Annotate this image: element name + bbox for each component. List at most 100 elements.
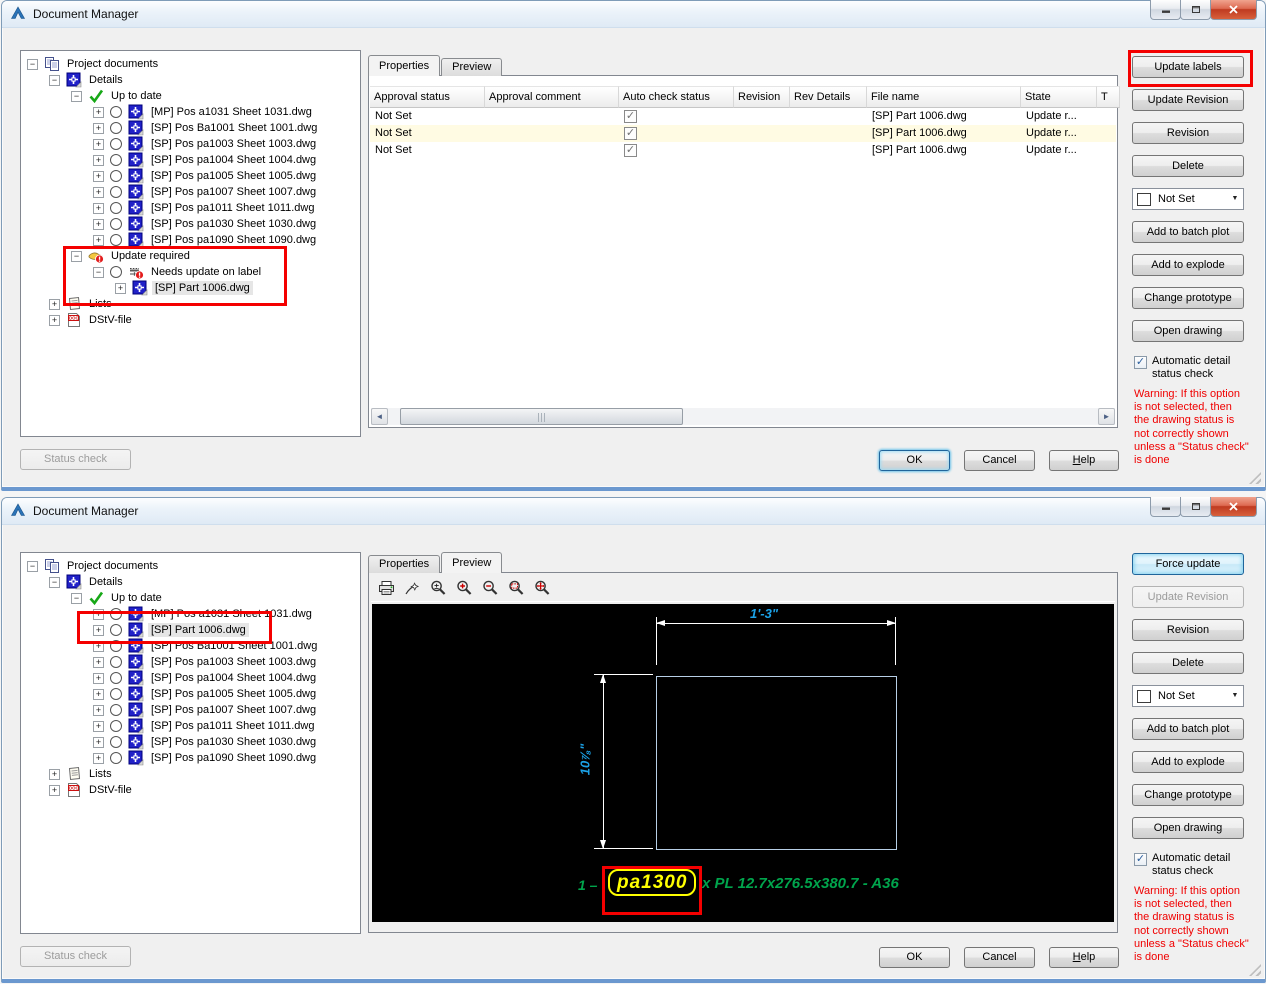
tree-expander[interactable]: +: [49, 784, 60, 796]
tree-item-label[interactable]: Up to date: [108, 89, 165, 103]
tree-row[interactable]: + [SP] Pos pa1007 Sheet 1007.dwg: [21, 184, 360, 200]
auto-check-checkbox[interactable]: ✓: [624, 143, 637, 157]
add-to-explode-button[interactable]: Add to explode: [1132, 751, 1244, 773]
delete-button[interactable]: Delete: [1132, 652, 1244, 674]
tree-item-label[interactable]: [MP] Pos a1031 Sheet 1031.dwg: [148, 105, 315, 119]
table-header-cell[interactable]: Auto check status: [619, 86, 734, 108]
tree-item-label[interactable]: [SP] Pos pa1003 Sheet 1003.dwg: [148, 655, 319, 669]
tree-row[interactable]: − Project documents: [21, 56, 360, 72]
tree-row[interactable]: + [SP] Pos pa1011 Sheet 1011.dwg: [21, 200, 360, 216]
tree-expander[interactable]: +: [93, 218, 104, 230]
resize-grip[interactable]: [1249, 472, 1261, 484]
change-prototype-button[interactable]: Change prototype: [1132, 287, 1244, 309]
tree-row[interactable]: − Up to date: [21, 88, 360, 104]
tree-expander[interactable]: +: [93, 154, 104, 166]
ok-button[interactable]: OK: [879, 450, 950, 471]
tree-expander[interactable]: −: [49, 74, 60, 86]
resize-grip[interactable]: [1249, 964, 1261, 976]
table-row[interactable]: Not Set ✓ [SP] Part 1006.dwg Update r...: [370, 125, 1116, 142]
zoom-dynamic-icon[interactable]: ±: [429, 579, 448, 597]
title-bar[interactable]: Document Manager: [2, 0, 1265, 28]
tree-row[interactable]: − Details: [21, 574, 360, 590]
tree-row[interactable]: + [SP] Pos pa1003 Sheet 1003.dwg: [21, 654, 360, 670]
tree-row[interactable]: + Lists: [21, 766, 360, 782]
tree-row[interactable]: − Project documents: [21, 558, 360, 574]
tree-expander[interactable]: +: [93, 234, 104, 246]
tree-expander[interactable]: −: [27, 58, 38, 70]
tab-properties[interactable]: Properties: [368, 55, 441, 76]
table-header-cell[interactable]: Rev Details: [790, 86, 867, 108]
tree-row[interactable]: + [SP] Pos pa1005 Sheet 1005.dwg: [21, 168, 360, 184]
tree-row[interactable]: + [SP] Pos pa1030 Sheet 1030.dwg: [21, 216, 360, 232]
tree-expander[interactable]: +: [93, 656, 104, 668]
tree-row[interactable]: + [SP] Pos pa1011 Sheet 1011.dwg: [21, 718, 360, 734]
ok-button[interactable]: OK: [879, 947, 950, 968]
chevron-down-icon[interactable]: ▼: [1227, 189, 1243, 209]
open-drawing-button[interactable]: Open drawing: [1132, 320, 1244, 342]
tree-row[interactable]: + [SP] Pos pa1030 Sheet 1030.dwg: [21, 734, 360, 750]
tree-expander[interactable]: +: [93, 106, 104, 118]
auto-check-checkbox[interactable]: ✓: [624, 109, 637, 123]
scrollbar-thumb[interactable]: [400, 408, 683, 425]
table-row[interactable]: Not Set ✓ [SP] Part 1006.dwg Update r...: [370, 108, 1116, 125]
zoom-in-icon[interactable]: [455, 579, 474, 597]
tree-row[interactable]: + DOC DStV-file: [21, 312, 360, 328]
zoom-extents-icon[interactable]: [533, 579, 552, 597]
tree-item-label[interactable]: Details: [86, 575, 126, 589]
tree-expander[interactable]: −: [49, 576, 60, 588]
title-bar[interactable]: Document Manager: [2, 497, 1265, 525]
tree-expander[interactable]: +: [93, 720, 104, 732]
table-header-cell[interactable]: Revision: [734, 86, 790, 108]
tree-item-label[interactable]: [SP] Pos pa1011 Sheet 1011.dwg: [148, 201, 318, 215]
tab-preview[interactable]: Preview: [441, 552, 503, 573]
close-button[interactable]: [1210, 0, 1257, 20]
tree-row[interactable]: + [MP] Pos a1031 Sheet 1031.dwg: [21, 104, 360, 120]
tree-expander[interactable]: +: [93, 138, 104, 150]
tree-row[interactable]: − Details: [21, 72, 360, 88]
tree-expander[interactable]: +: [93, 672, 104, 684]
tree-row[interactable]: + [SP] Pos pa1007 Sheet 1007.dwg: [21, 702, 360, 718]
help-button[interactable]: Help: [1049, 450, 1119, 471]
maximize-button[interactable]: [1180, 0, 1211, 20]
tree-expander[interactable]: −: [71, 592, 82, 604]
zoom-out-icon[interactable]: [481, 579, 500, 597]
tree-row[interactable]: + [SP] Pos Ba1001 Sheet 1001.dwg: [21, 120, 360, 136]
tree-row[interactable]: − Up to date: [21, 590, 360, 606]
tree-item-label[interactable]: Up to date: [108, 591, 165, 605]
maximize-button[interactable]: [1180, 497, 1211, 517]
tree-row[interactable]: + [SP] Pos pa1005 Sheet 1005.dwg: [21, 686, 360, 702]
open-drawing-button[interactable]: Open drawing: [1132, 817, 1244, 839]
tab-properties[interactable]: Properties: [368, 555, 441, 573]
tree-item-label[interactable]: [SP] Pos Ba1001 Sheet 1001.dwg: [148, 121, 320, 135]
change-prototype-button[interactable]: Change prototype: [1132, 784, 1244, 806]
horizontal-scrollbar[interactable]: ◄ ►: [371, 408, 1115, 425]
cancel-button[interactable]: Cancel: [964, 947, 1035, 968]
tree-item-label[interactable]: Project documents: [64, 559, 161, 573]
minimize-button[interactable]: [1150, 497, 1181, 517]
tab-preview[interactable]: Preview: [441, 58, 503, 76]
minimize-button[interactable]: [1150, 0, 1181, 20]
tree-row[interactable]: + DOC DStV-file: [21, 782, 360, 798]
force-update-button[interactable]: Force update: [1132, 553, 1244, 575]
auto-check-checkbox[interactable]: ✓: [624, 126, 637, 140]
tree-item-label[interactable]: Lists: [86, 767, 115, 781]
scroll-right-arrow-icon[interactable]: ►: [1098, 408, 1115, 425]
tree-item-label[interactable]: DStV-file: [86, 313, 135, 327]
tree-item-label[interactable]: Project documents: [64, 57, 161, 71]
tree-item-label[interactable]: [SP] Pos pa1004 Sheet 1004.dwg: [148, 153, 319, 167]
add-to-batch-plot-button[interactable]: Add to batch plot: [1132, 718, 1244, 740]
tree-item-label[interactable]: [SP] Pos pa1007 Sheet 1007.dwg: [148, 703, 319, 717]
tree-item-label[interactable]: [SP] Pos pa1030 Sheet 1030.dwg: [148, 217, 319, 231]
tree-item-label[interactable]: [SP] Pos pa1003 Sheet 1003.dwg: [148, 137, 319, 151]
tree-expander[interactable]: +: [93, 736, 104, 748]
approval-status-dropdown[interactable]: Not Set ▼: [1132, 188, 1244, 210]
delete-button[interactable]: Delete: [1132, 155, 1244, 177]
tree-item-label[interactable]: [SP] Pos pa1011 Sheet 1011.dwg: [148, 719, 318, 733]
tree-row[interactable]: + [SP] Pos pa1004 Sheet 1004.dwg: [21, 152, 360, 168]
zoom-window-icon[interactable]: [507, 579, 526, 597]
tree-expander[interactable]: +: [93, 122, 104, 134]
tree-item-label[interactable]: [SP] Pos pa1005 Sheet 1005.dwg: [148, 687, 319, 701]
tree-row[interactable]: + [SP] Pos pa1004 Sheet 1004.dwg: [21, 670, 360, 686]
revision-button[interactable]: Revision: [1132, 122, 1244, 144]
scrollbar-track[interactable]: [388, 408, 1098, 425]
